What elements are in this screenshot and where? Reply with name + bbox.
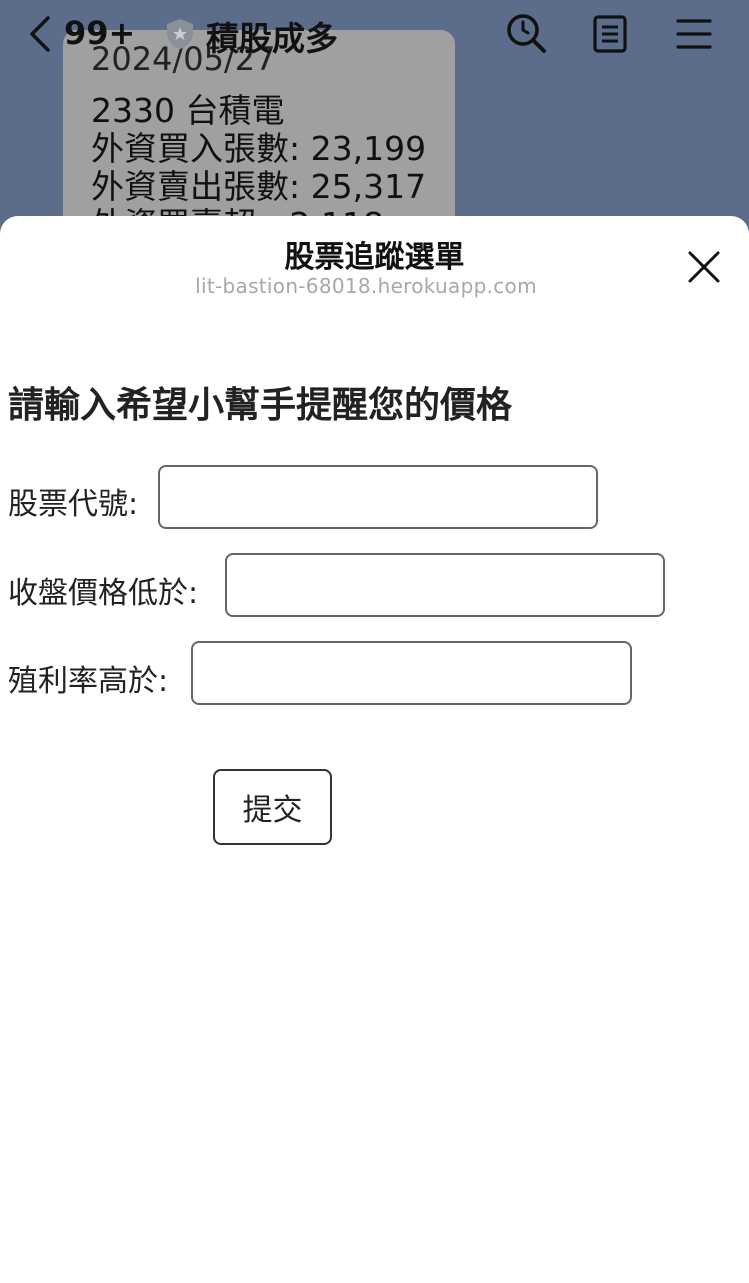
close-icon[interactable] [686, 249, 722, 285]
yield-above-label: 殖利率高於: [8, 664, 169, 699]
liff-sheet: 股票追蹤選單 lit-bastion-68018.herokuapp.com 請… [0, 216, 749, 1283]
shield-icon [167, 19, 193, 49]
close-price-below-input[interactable] [225, 553, 665, 617]
form-heading: 請輸入希望小幫手提醒您的價格 [8, 385, 513, 426]
search-icon[interactable] [505, 12, 547, 54]
close-price-below-label: 收盤價格低於: [8, 576, 199, 611]
sheet-title: 股票追蹤選單 [284, 240, 465, 275]
sheet-domain: lit-bastion-68018.herokuapp.com [195, 274, 537, 298]
back-icon[interactable] [24, 14, 58, 54]
stock-code-label: 股票代號: [8, 487, 139, 522]
submit-button[interactable]: 提交 [213, 769, 332, 845]
chat-title: 積股成多 [206, 19, 338, 58]
yield-above-input[interactable] [191, 641, 632, 705]
menu-icon[interactable] [676, 16, 712, 52]
notes-icon[interactable] [591, 14, 629, 54]
chat-header: 99+ 積股成多 [0, 0, 749, 72]
unread-count[interactable]: 99+ [64, 14, 135, 52]
stock-code-input[interactable] [158, 465, 598, 529]
